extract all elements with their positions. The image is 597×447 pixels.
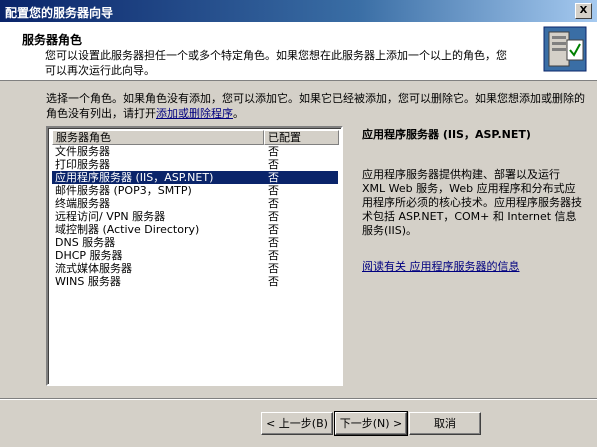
table-row[interactable]: 终端服务器 否: [52, 197, 338, 210]
window-title: 配置您的服务器向导: [5, 6, 114, 20]
close-button[interactable]: X: [575, 3, 592, 19]
back-button[interactable]: < 上一步(B): [261, 412, 333, 435]
role-name: 邮件服务器 (POP3，SMTP): [55, 184, 192, 197]
table-row[interactable]: WINS 服务器 否: [52, 275, 338, 288]
instructions: 选择一个角色。如果角色没有添加，您可以添加它。如果它已经被添加，您可以删除它。如…: [46, 91, 586, 121]
role-name: DHCP 服务器: [55, 249, 123, 262]
table-row[interactable]: 文件服务器 否: [52, 145, 338, 158]
table-row[interactable]: 打印服务器 否: [52, 158, 338, 171]
wizard-header: 服务器角色 您可以设置此服务器担任一个或多个特定角色。如果您想在此服务器上添加一…: [0, 22, 597, 81]
role-configured: 否: [268, 210, 279, 223]
role-configured: 否: [268, 145, 279, 158]
role-configured: 否: [268, 223, 279, 236]
role-detail-title: 应用程序服务器 (IIS，ASP.NET): [362, 128, 531, 141]
role-name: 远程访问/ VPN 服务器: [55, 210, 166, 223]
add-remove-programs-link[interactable]: 添加或删除程序: [156, 107, 233, 120]
table-row[interactable]: 流式媒体服务器 否: [52, 262, 338, 275]
instructions-suffix: 。: [233, 107, 244, 120]
role-configured: 否: [268, 171, 279, 184]
column-header-role[interactable]: 服务器角色: [52, 130, 264, 145]
role-configured: 否: [268, 236, 279, 249]
table-row[interactable]: 邮件服务器 (POP3，SMTP) 否: [52, 184, 338, 197]
role-configured: 否: [268, 275, 279, 288]
role-name: 流式媒体服务器: [55, 262, 132, 275]
role-configured: 否: [268, 249, 279, 262]
role-name: 域控制器 (Active Directory): [55, 223, 200, 236]
table-row[interactable]: DNS 服务器 否: [52, 236, 338, 249]
column-header-configured[interactable]: 已配置: [264, 130, 339, 145]
table-row[interactable]: DHCP 服务器 否: [52, 249, 338, 262]
role-name: DNS 服务器: [55, 236, 116, 249]
header-description: 您可以设置此服务器担任一个或多个特定角色。如果您想在此服务器上添加一个以上的角色…: [45, 49, 507, 77]
role-configured: 否: [268, 184, 279, 197]
cancel-button[interactable]: 取消: [409, 412, 481, 435]
role-name: 终端服务器: [55, 197, 110, 210]
divider: [0, 398, 597, 400]
role-rows: 文件服务器否打印服务器否应用程序服务器 (IIS，ASP.NET) 否邮件服务器 …: [52, 145, 338, 288]
role-detail-description: 应用程序服务器提供构建、部署以及运行 XML Web 服务，Web 应用程序和分…: [362, 168, 582, 237]
list-header: 服务器角色 已配置: [52, 130, 339, 145]
role-configured: 否: [268, 158, 279, 171]
table-row[interactable]: 应用程序服务器 (IIS，ASP.NET) 否: [52, 171, 338, 184]
role-info-link[interactable]: 阅读有关 应用程序服务器的信息: [362, 258, 520, 274]
title-bar: 配置您的服务器向导 X: [0, 0, 597, 22]
role-name: 文件服务器: [55, 145, 110, 158]
table-row[interactable]: 远程访问/ VPN 服务器 否: [52, 210, 338, 223]
role-configured: 否: [268, 197, 279, 210]
role-name: 应用程序服务器 (IIS，ASP.NET): [55, 171, 214, 184]
role-name: 打印服务器: [55, 158, 110, 171]
instructions-text: 选择一个角色。如果角色没有添加，您可以添加它。如果它已经被添加，您可以删除它。如…: [46, 92, 585, 120]
role-configured: 否: [268, 262, 279, 275]
header-title: 服务器角色: [22, 33, 83, 47]
table-row[interactable]: 域控制器 (Active Directory) 否: [52, 223, 338, 236]
server-role-list[interactable]: 服务器角色 已配置 文件服务器否打印服务器否应用程序服务器 (IIS，ASP.N…: [46, 126, 343, 386]
server-wizard-icon: [543, 26, 587, 72]
next-button[interactable]: 下一步(N) >: [334, 411, 408, 436]
role-name: WINS 服务器: [55, 275, 121, 288]
